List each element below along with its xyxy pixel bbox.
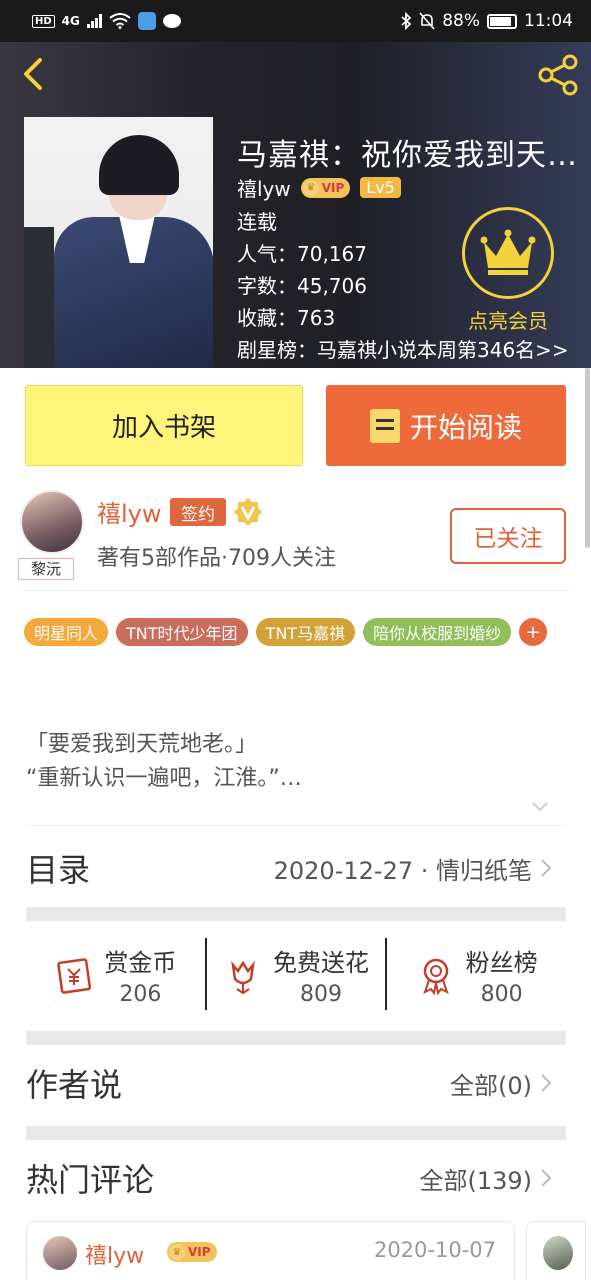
clock: 11:04 xyxy=(524,11,573,31)
scrollbar[interactable] xyxy=(585,368,590,548)
chevron-down-icon[interactable] xyxy=(530,796,550,816)
book-header: 马嘉祺：祝你爱我到天… 禧lyw ♛ VIP Lv5 连载 人气：70,167 字… xyxy=(0,42,591,368)
hot-comments-row[interactable]: 热门评论 全部(139) xyxy=(26,1153,552,1203)
crown-icon: ♛ xyxy=(169,1244,185,1260)
book-title: 马嘉祺：祝你爱我到天… xyxy=(237,138,578,173)
member-button[interactable] xyxy=(462,207,554,299)
start-reading-button[interactable]: 开始阅读 xyxy=(326,385,566,466)
vip-badge: ♛ VIP xyxy=(167,1242,217,1262)
comment-date: 2020-10-07 xyxy=(373,1238,496,1262)
book-author-name[interactable]: 禧lyw xyxy=(237,173,291,202)
add-to-shelf-button[interactable]: 加入书架 xyxy=(25,385,303,466)
commenter-avatar[interactable] xyxy=(43,1236,77,1270)
flower-icon xyxy=(231,960,255,995)
battery-percent: 88% xyxy=(442,11,480,31)
comments-all: 全部(139) xyxy=(419,1166,532,1195)
book-popularity: 人气：70,167 xyxy=(237,242,367,266)
share-icon[interactable] xyxy=(536,52,582,98)
reward-coins-button[interactable]: 赏金币 206 xyxy=(26,938,205,1012)
book-cover[interactable] xyxy=(24,117,213,368)
bluetooth-icon xyxy=(401,12,412,30)
app-notification-icon xyxy=(137,12,156,30)
book-word-count: 字数：45,706 xyxy=(237,274,367,298)
latest-chapter: 2020-12-27 · 情归纸笔 xyxy=(273,856,532,885)
avatar-tag: 黎沅 xyxy=(18,558,74,580)
section-separator xyxy=(26,1126,566,1140)
section-separator xyxy=(26,1031,566,1045)
chevron-right-icon xyxy=(541,859,552,877)
catalog-title: 目录 xyxy=(26,851,91,889)
tag-item[interactable]: TNT时代少年团 xyxy=(116,618,248,646)
commenter-name[interactable]: 禧lyw xyxy=(85,1238,144,1270)
medal-icon xyxy=(422,958,449,995)
author-stats: 著有5部作品·709人关注 xyxy=(97,546,336,571)
comment-card[interactable]: 禧lyw ♛ VIP 2020-10-07 xyxy=(26,1221,515,1280)
send-flower-button[interactable]: 免费送花 809 xyxy=(207,938,386,1012)
fan-ranking-button[interactable]: 粉丝榜 800 xyxy=(387,938,566,1012)
author-avatar[interactable] xyxy=(20,490,84,554)
catalog-row[interactable]: 目录 2020-12-27 · 情归纸笔 xyxy=(26,838,552,898)
member-label[interactable]: 点亮会员 xyxy=(462,305,554,334)
message-icon xyxy=(162,14,181,28)
chevron-right-icon xyxy=(541,1169,552,1187)
synopsis-line: “重新认识一遍吧，江淮。”… xyxy=(26,766,302,791)
crown-icon: ♛ xyxy=(302,179,319,196)
commenter-avatar[interactable] xyxy=(543,1236,573,1270)
tag-item[interactable]: 陪你从校服到婚纱 xyxy=(363,618,512,646)
wifi-icon xyxy=(109,13,131,29)
vip-badge: ♛ VIP xyxy=(300,177,351,198)
author-name[interactable]: 禧lyw xyxy=(97,494,162,529)
book-rank-link[interactable]: 剧星榜：马嘉祺小说本周第346名>> xyxy=(237,334,569,363)
book-status: 连载 xyxy=(237,210,277,234)
follow-button[interactable]: 已关注 xyxy=(450,508,566,564)
book-detail-body: 加入书架 开始阅读 黎沅 禧lyw 签约 著有5部作品·709人关注 已关注 明… xyxy=(0,368,591,1280)
author-say-all: 全部(0) xyxy=(450,1071,532,1100)
book-favorites: 收藏：763 xyxy=(237,306,336,330)
divider xyxy=(22,590,570,591)
reward-icon xyxy=(57,958,92,994)
tag-item[interactable]: TNT马嘉祺 xyxy=(255,618,356,646)
status-left: HD 4G xyxy=(32,12,181,30)
hot-comments-title: 热门评论 xyxy=(26,1161,155,1199)
book-icon xyxy=(369,408,400,443)
status-right: 88% 11:04 xyxy=(400,11,573,31)
author-say-row[interactable]: 作者说 全部(0) xyxy=(26,1058,552,1108)
author-card: 黎沅 禧lyw 签约 著有5部作品·709人关注 已关注 xyxy=(0,488,591,588)
tag-list: 明星同人 TNT时代少年团 TNT马嘉祺 陪你从校服到婚纱 + xyxy=(24,618,574,646)
signal-icon xyxy=(86,14,102,28)
synopsis[interactable]: 「要爱我到天荒地老。」 “重新认识一遍吧，江淮。”… xyxy=(26,728,566,796)
back-arrow-icon[interactable] xyxy=(18,54,48,94)
add-tag-button[interactable]: + xyxy=(519,618,548,646)
status-bar: HD 4G 88% 11:04 xyxy=(0,0,591,42)
mute-bell-icon xyxy=(419,12,435,30)
author-say-title: 作者说 xyxy=(26,1066,123,1104)
crown-icon xyxy=(480,229,536,275)
network-4g-icon: 4G xyxy=(61,14,80,28)
hd-icon: HD xyxy=(32,14,55,28)
comment-card[interactable] xyxy=(526,1221,586,1280)
tag-item[interactable]: 明星同人 xyxy=(24,618,109,646)
battery-icon xyxy=(487,13,517,29)
verified-icon xyxy=(234,498,262,526)
book-author-line: 禧lyw ♛ VIP Lv5 xyxy=(237,173,401,202)
chevron-right-icon xyxy=(541,1074,552,1092)
start-reading-label: 开始阅读 xyxy=(409,410,522,444)
level-badge: Lv5 xyxy=(360,177,401,198)
divider xyxy=(26,825,566,826)
signed-badge: 签约 xyxy=(170,498,226,526)
synopsis-line: 「要爱我到天荒地老。」 xyxy=(26,732,258,757)
section-separator xyxy=(26,907,566,921)
support-actions: 赏金币 206 免费送花 809 粉丝榜 800 xyxy=(26,938,566,1012)
